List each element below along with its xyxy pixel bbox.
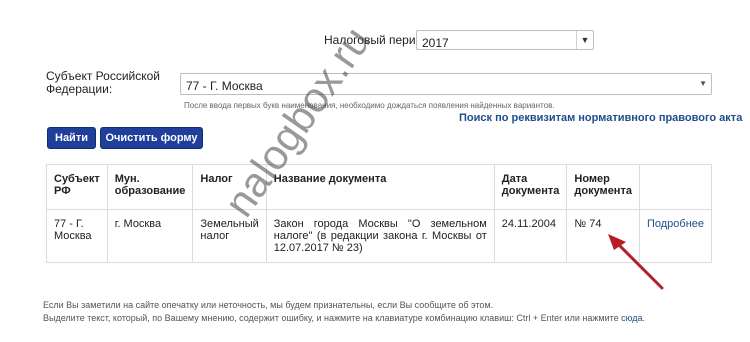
clear-form-button[interactable]: Очистить форму (100, 127, 203, 149)
typo-notice-line1: Если Вы заметили на сайте опечатку или н… (43, 300, 494, 310)
header-municipality: Мун. образование (106, 164, 194, 210)
report-typo-link[interactable]: сюда (621, 313, 642, 323)
typo-notice: Если Вы заметили на сайте опечатку или н… (43, 299, 723, 325)
table-header-row: Субъект РФ Мун. образование Налог Назван… (46, 164, 713, 210)
header-doc-name: Название документа (265, 164, 495, 210)
subject-label: Субъект Российской Федерации: (46, 69, 160, 96)
subject-hint: После ввода первых букв наименования, не… (184, 101, 555, 110)
typo-notice-text: Выделите текст, который, по Вашему мнени… (43, 313, 622, 323)
cell-tax: Земельный налог (192, 209, 267, 263)
red-arrow-icon (608, 234, 664, 290)
chevron-down-icon[interactable]: ▼ (576, 31, 593, 49)
header-tax: Налог (192, 164, 267, 210)
header-empty (638, 164, 713, 210)
cell-subject: 77 - Г. Москва (46, 209, 108, 263)
header-subject: Субъект РФ (46, 164, 108, 210)
period-value: 2017 (422, 36, 449, 50)
header-doc-date: Дата документа (493, 164, 568, 210)
period-select[interactable]: 2017 ▼ (416, 30, 594, 50)
cell-municipality: г. Москва (106, 209, 194, 263)
search-by-details-link[interactable]: Поиск по реквизитам нормативного правово… (459, 112, 742, 124)
header-doc-number: Номер документа (566, 164, 640, 210)
details-link[interactable]: Подробнее (647, 218, 704, 230)
subject-input[interactable]: 77 - Г. Москва ▼ (180, 73, 712, 95)
cell-doc-name: Закон города Москвы "О земельном налоге"… (265, 209, 495, 263)
chevron-down-icon[interactable]: ▼ (699, 79, 707, 88)
cell-doc-date: 24.11.2004 (493, 209, 568, 263)
find-button[interactable]: Найти (47, 127, 96, 149)
typo-notice-suffix: . (642, 313, 645, 323)
typo-notice-line2: Выделите текст, который, по Вашему мнени… (43, 312, 723, 325)
subject-value: 77 - Г. Москва (186, 79, 263, 93)
